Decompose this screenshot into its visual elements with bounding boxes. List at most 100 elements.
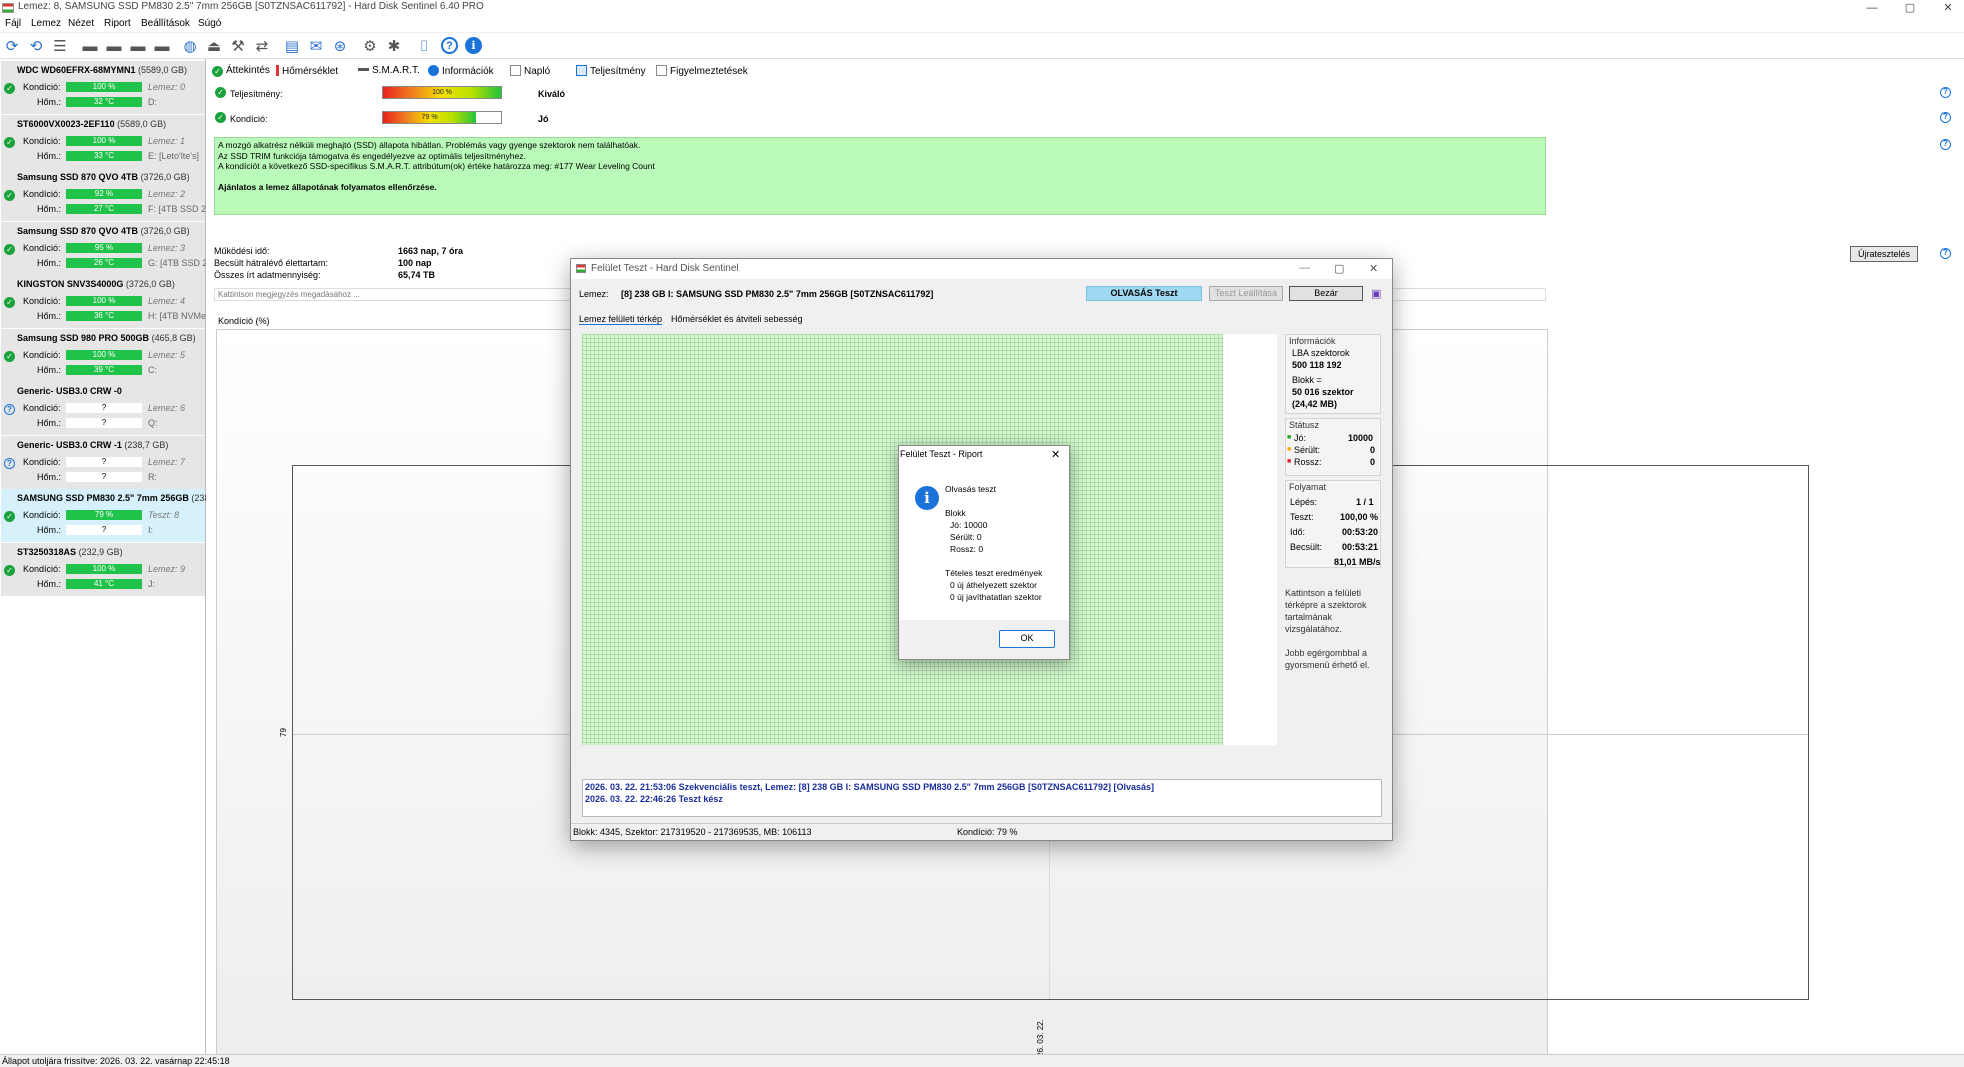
- ok-button[interactable]: OK: [999, 630, 1055, 648]
- speed-value: 81,01 MB/s: [1334, 557, 1381, 567]
- uptime-value: 1663 nap, 7 óra: [398, 246, 464, 256]
- close-button[interactable]: ✕: [1934, 0, 1962, 16]
- log-entry: 2026. 03. 22. 21:53:06 Szekvenciális tes…: [585, 782, 1155, 792]
- tab-performance[interactable]: Teljesítmény: [576, 65, 646, 77]
- report-icon[interactable]: ◍: [180, 36, 200, 56]
- disk-capacity: (3726,0 GB): [140, 172, 190, 182]
- lba-label: LBA szektorok: [1292, 348, 1350, 358]
- tab-information[interactable]: Információk: [428, 65, 494, 77]
- disk-search-icon[interactable]: ▬: [152, 36, 172, 56]
- temperature-label: Hőm.:: [37, 525, 62, 535]
- maximize-button[interactable]: ▢: [1896, 0, 1924, 16]
- block-label: Blokk =: [1292, 375, 1322, 385]
- eject-icon[interactable]: ⏏: [204, 36, 224, 56]
- info-help-icon[interactable]: ?: [1940, 139, 1951, 150]
- tw-close-button[interactable]: ✕: [1369, 262, 1378, 275]
- tw-save-icon[interactable]: ▣: [1371, 287, 1381, 300]
- title-bar: Lemez: 8, SAMSUNG SSD PM830 2.5" 7mm 256…: [0, 0, 1964, 16]
- test-status-right: Kondíció: 79 %: [957, 827, 1018, 837]
- disk-index: Lemez: 0: [148, 82, 186, 92]
- menu-report[interactable]: Riport: [104, 18, 131, 29]
- written-label: Összes írt adatmennyiség:: [214, 270, 321, 280]
- network-icon[interactable]: ⊛: [330, 36, 350, 56]
- tab-information-label: Információk: [442, 66, 494, 77]
- bad-label: Rossz:: [1294, 457, 1322, 467]
- retest-button[interactable]: Újratesztelés: [1850, 246, 1918, 262]
- refresh-icon[interactable]: ⟳: [2, 36, 22, 56]
- test-label: Teszt:: [1290, 512, 1314, 522]
- tab-alerts[interactable]: Figyelmeztetések: [656, 65, 748, 77]
- app-small-icon: [576, 264, 586, 273]
- report-close-button[interactable]: ✕: [1051, 448, 1060, 461]
- tab-log[interactable]: Napló: [510, 65, 550, 77]
- disk-list-icon[interactable]: ☰: [50, 36, 70, 56]
- unknown-status-icon: ?: [4, 457, 15, 469]
- ok-check-icon: ✓: [4, 350, 15, 362]
- help-icon[interactable]: ?: [441, 37, 458, 54]
- check-icon: ✓: [212, 66, 223, 77]
- settings-advanced-icon[interactable]: ✱: [384, 36, 404, 56]
- disk-entry[interactable]: SAMSUNG SSD PM830 2.5" 7mm 256GB (238,5 …: [1, 489, 235, 543]
- tab-smart[interactable]: S.M.A.R.T.: [358, 65, 420, 76]
- perf-help-icon[interactable]: ?: [1940, 87, 1951, 98]
- temperature-bar: ?: [66, 525, 142, 535]
- condition-label: Kondíció:: [23, 456, 61, 467]
- refresh-all-icon[interactable]: ⟲: [26, 36, 46, 56]
- disk-check-icon[interactable]: ▬: [128, 36, 148, 56]
- retest-help-icon[interactable]: ?: [1940, 248, 1951, 259]
- temperature-bar: 27 °C: [66, 204, 142, 214]
- test-log: 2026. 03. 22. 21:53:06 Szekvenciális tes…: [582, 779, 1382, 817]
- tab-temperature[interactable]: Hőmérséklet: [276, 65, 338, 77]
- read-test-button[interactable]: OLVASÁS Teszt: [1086, 286, 1202, 301]
- menu-file[interactable]: Fájl: [5, 18, 21, 29]
- menu-help[interactable]: Súgó: [198, 18, 221, 29]
- disk-info-icon[interactable]: ▬: [80, 36, 100, 56]
- disk-capacity: (5589,0 GB): [138, 65, 188, 75]
- stop-test-button[interactable]: Teszt Leállítása: [1209, 286, 1283, 301]
- gear-icon[interactable]: ⚙: [360, 36, 380, 56]
- disk-entry[interactable]: KINGSTON SNV3S4000G (3726,0 GB) ✓ Kondíció…: [1, 275, 209, 329]
- close-test-button[interactable]: Bezár: [1289, 286, 1363, 301]
- ok-check-icon: ✓: [4, 511, 15, 522]
- condition-bar: 92 %: [66, 189, 142, 199]
- info-line: A kondíciót a következő SSD-specifikus S…: [218, 161, 655, 171]
- document-icon[interactable]: ▤: [282, 36, 302, 56]
- disk-entry[interactable]: Samsung SSD 870 QVO 4TB (3726,0 GB) ✓ Kond…: [1, 221, 225, 276]
- tab-temp-speed[interactable]: Hőmérséklet és átviteli sebesség: [671, 314, 803, 324]
- disk-entry[interactable]: Samsung SSD 980 PRO 500GB (465,8 GB) ✓ Kon…: [1, 328, 205, 383]
- screenshot-icon[interactable]: ⌷: [414, 36, 434, 56]
- status-section: Státusz ■ Jó: 10000 ■ Sérült: 0 ■ Rossz:…: [1285, 418, 1381, 476]
- disk-name: Samsung SSD 870 QVO 4TB (3726,0 GB): [17, 226, 190, 236]
- temperature-label: Hőm.:: [37, 257, 62, 268]
- info-icon[interactable]: i: [465, 37, 482, 54]
- condition-bar: ?: [66, 403, 142, 413]
- disk-entry[interactable]: Generic- USB3.0 CRW -0 ? Kondíció:? Lemez:…: [1, 382, 205, 436]
- cond-help-icon[interactable]: ?: [1940, 112, 1951, 123]
- menu-view[interactable]: Nézet: [68, 18, 94, 29]
- minimize-button[interactable]: —: [1858, 0, 1886, 16]
- window-title: Lemez: 8, SAMSUNG SSD PM830 2.5" 7mm 256…: [18, 1, 484, 12]
- menu-disk[interactable]: Lemez: [31, 18, 61, 29]
- condition-label: Kondíció:: [23, 82, 61, 92]
- mail-icon[interactable]: ✉: [306, 36, 326, 56]
- tw-maximize-button[interactable]: ▢: [1334, 262, 1344, 275]
- export-icon[interactable]: ⇄: [252, 36, 272, 56]
- disk-entry[interactable]: WDC WD60EFRX-68MYMN1 (5589,0 GB) ✓ Kondíci…: [1, 61, 205, 115]
- chart-tab-condition[interactable]: Kondíció (%): [218, 316, 270, 326]
- temperature-label: Hőm.:: [37, 150, 62, 161]
- tw-minimize-button[interactable]: —: [1299, 262, 1310, 274]
- disk-entry[interactable]: ST6000VX0023-2EF110 (5589,0 GB) ✓ Kondíció…: [1, 114, 205, 169]
- condition-bar: 100 %: [66, 296, 142, 306]
- disk-test-icon[interactable]: ▬: [104, 36, 124, 56]
- tools-icon[interactable]: ⚒: [228, 36, 248, 56]
- disk-entry[interactable]: Samsung SSD 870 QVO 4TB (3726,0 GB) ✓ Kond…: [1, 168, 224, 222]
- time-value: 00:53:20: [1342, 527, 1379, 537]
- tab-overview[interactable]: ✓ Áttekintés: [212, 65, 270, 77]
- cond-bar: 79 %: [382, 111, 502, 124]
- menu-settings[interactable]: Beállítások: [141, 18, 190, 29]
- disk-entry[interactable]: Generic- USB3.0 CRW -1 (238,7 GB)? Kondíc…: [1, 435, 205, 490]
- condition-bar: 100 %: [66, 349, 142, 360]
- condition-label: Kondíció:: [23, 349, 61, 360]
- disk-entry[interactable]: ST3250318AS (232,9 GB) ✓ Kondíció: 100 % Lem…: [1, 542, 205, 597]
- tab-surface-map[interactable]: Lemez felületi térkép: [579, 314, 663, 325]
